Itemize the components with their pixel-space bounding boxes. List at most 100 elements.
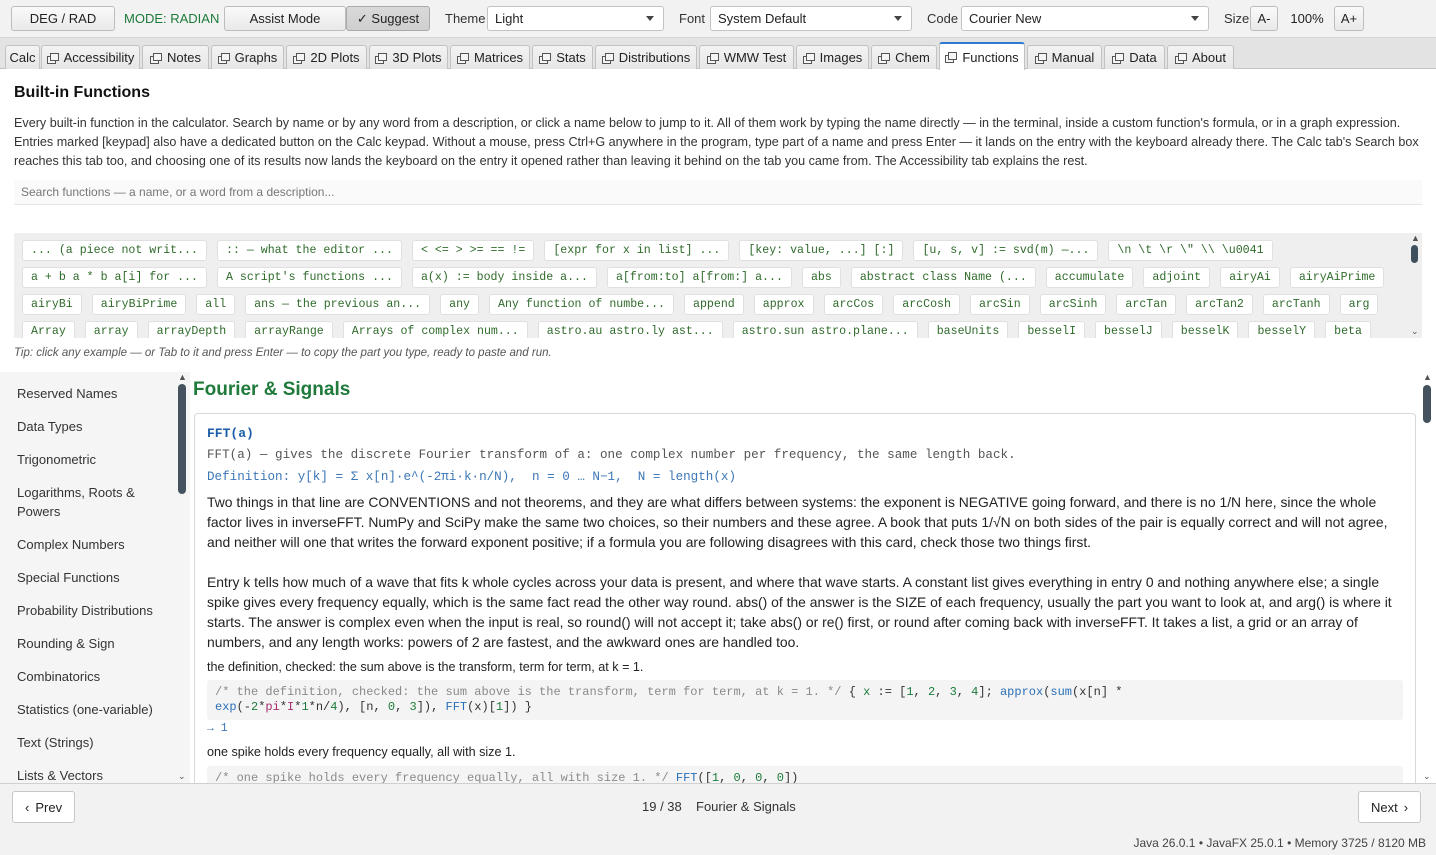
scroll-down-icon[interactable]: ⌄	[1423, 772, 1431, 781]
function-chip[interactable]: airyBiPrime	[91, 294, 187, 315]
theme-select[interactable]: Light	[487, 6, 664, 31]
code-font-select[interactable]: Courier New	[961, 6, 1209, 31]
scroll-down-icon[interactable]: ⌄	[1411, 327, 1419, 336]
deg-rad-button[interactable]: DEG / RAD	[11, 6, 115, 31]
function-chip[interactable]: \n \t \r \" \\ \u0041	[1108, 240, 1273, 261]
function-chip[interactable]: arcCos	[823, 294, 884, 315]
function-chip[interactable]: astro.au astro.ly ast...	[537, 321, 723, 338]
function-chip[interactable]: arcTanh	[1262, 294, 1330, 315]
tab-images[interactable]: Images	[796, 45, 869, 69]
function-chip[interactable]: [u, s, v] := svd(m) —...	[913, 240, 1099, 261]
function-chip[interactable]: beta	[1325, 321, 1371, 338]
sidebar-item-complex-numbers[interactable]: Complex Numbers	[17, 535, 172, 554]
function-chip[interactable]: arg	[1339, 294, 1379, 315]
function-chip[interactable]: abs	[801, 267, 841, 288]
function-chip[interactable]: accumulate	[1045, 267, 1134, 288]
sidebar-item-reserved-names[interactable]: Reserved Names	[17, 384, 172, 403]
tab-2d-plots[interactable]: 2D Plots	[286, 45, 367, 69]
sidebar-item-combinatorics[interactable]: Combinatorics	[17, 667, 172, 686]
function-chip[interactable]: all	[196, 294, 236, 315]
function-chip[interactable]: besselJ	[1095, 321, 1162, 338]
scroll-up-icon[interactable]: ▲	[1423, 373, 1432, 382]
function-chip[interactable]: arcSinh	[1039, 294, 1107, 315]
function-chip[interactable]: besselK	[1171, 321, 1239, 338]
example-code[interactable]: /* one spike holds every frequency equal…	[207, 766, 1403, 783]
detail-scroll-thumb[interactable]	[1423, 385, 1431, 423]
sidebar-scroll-thumb[interactable]	[178, 384, 186, 494]
function-chip[interactable]: arrayRange	[245, 321, 333, 338]
function-chip[interactable]: a + b a * b a[i] for ...	[22, 267, 207, 288]
index-scroll-thumb[interactable]	[1411, 245, 1418, 263]
suggest-toggle[interactable]: ✓ Suggest	[346, 6, 430, 31]
sidebar-item-rounding[interactable]: Rounding & Sign	[17, 634, 172, 653]
function-chip[interactable]: A script's functions ...	[216, 267, 402, 288]
tab-graphs[interactable]: Graphs	[211, 45, 284, 69]
function-chip[interactable]: < <= > >= == !=	[411, 240, 535, 261]
function-chip[interactable]: a(x) := body inside a...	[411, 267, 597, 288]
font-select[interactable]: System Default	[710, 6, 912, 31]
tab-label: Manual	[1051, 50, 1095, 65]
sidebar-item-lists[interactable]: Lists & Vectors	[17, 766, 172, 783]
function-chip[interactable]: arcTan2	[1186, 294, 1253, 315]
index-scrollbar[interactable]: ▲ ⌄	[1408, 233, 1422, 338]
sidebar-item-special-functions[interactable]: Special Functions	[17, 568, 172, 587]
sidebar-item-trigonometric[interactable]: Trigonometric	[17, 450, 172, 469]
function-chip[interactable]: astro.sun astro.plane...	[732, 321, 918, 338]
tab-data[interactable]: Data	[1104, 45, 1165, 69]
sidebar-item-data-types[interactable]: Data Types	[17, 417, 172, 436]
tab-stats[interactable]: Stats	[532, 45, 593, 69]
function-chip[interactable]: arcCosh	[893, 294, 960, 315]
function-chip[interactable]: besselI	[1018, 321, 1086, 338]
function-chip[interactable]: Any function of numbe...	[489, 294, 674, 315]
sidebar-item-probability[interactable]: Probability Distributions	[17, 601, 172, 620]
assist-mode-button[interactable]: Assist Mode	[224, 6, 346, 31]
sidebar-scrollbar[interactable]: ▲ ⌄	[176, 372, 188, 783]
function-chip[interactable]: ... (a piece not writ...	[22, 240, 207, 261]
function-chip[interactable]: arcSin	[969, 294, 1030, 315]
tab-3d-plots[interactable]: 3D Plots	[369, 45, 448, 69]
function-chip[interactable]: abstract class Name (...	[850, 267, 1036, 288]
function-chip[interactable]: airyAi	[1220, 267, 1280, 288]
function-chip[interactable]: [expr for x in list] ...	[544, 240, 730, 261]
function-chip[interactable]: a[from:to] a[from:] a...	[606, 267, 792, 288]
tab-accessibility[interactable]: Accessibility	[41, 45, 140, 69]
sidebar-item-statistics[interactable]: Statistics (one-variable)	[17, 700, 172, 719]
size-decrease-button[interactable]: A-	[1250, 6, 1278, 31]
next-button[interactable]: Next ›	[1358, 791, 1422, 823]
function-chip[interactable]: approx	[753, 294, 814, 315]
scroll-up-icon[interactable]: ▲	[178, 373, 187, 382]
function-chip[interactable]: any	[440, 294, 480, 315]
tab-calc[interactable]: Calc	[5, 45, 40, 69]
tab-matrices[interactable]: Matrices	[450, 45, 530, 69]
function-chip[interactable]: ans — the previous an...	[245, 294, 431, 315]
tab-functions[interactable]: Functions	[939, 42, 1025, 70]
function-chip[interactable]: adjoint	[1143, 267, 1211, 288]
sidebar-item-logarithms[interactable]: Logarithms, Roots & Powers	[17, 483, 172, 521]
function-search-input[interactable]	[14, 180, 1422, 205]
example-code[interactable]: /* the definition, checked: the sum abov…	[207, 680, 1403, 720]
size-increase-button[interactable]: A+	[1334, 6, 1364, 31]
function-chip[interactable]: airyAiPrime	[1289, 267, 1385, 288]
tab-distributions[interactable]: Distributions	[595, 45, 697, 69]
tab-notes[interactable]: Notes	[142, 45, 209, 69]
function-chip[interactable]: Array	[22, 321, 75, 338]
function-chip[interactable]: arrayDepth	[147, 321, 236, 338]
tab-manual[interactable]: Manual	[1027, 45, 1102, 69]
detail-scrollbar[interactable]: ▲ ⌄	[1420, 372, 1434, 783]
function-chip[interactable]: airyBi	[22, 294, 82, 315]
sidebar-item-text[interactable]: Text (Strings)	[17, 733, 172, 752]
scroll-down-icon[interactable]: ⌄	[178, 772, 186, 781]
function-chip[interactable]: array	[84, 321, 138, 338]
function-chip[interactable]: arcTan	[1116, 294, 1177, 315]
prev-button[interactable]: ‹ Prev	[12, 791, 76, 823]
function-chip[interactable]: besselY	[1248, 321, 1316, 338]
function-chip[interactable]: append	[684, 294, 744, 315]
function-chip[interactable]: baseUnits	[927, 321, 1009, 338]
scroll-up-icon[interactable]: ▲	[1411, 234, 1420, 243]
tab-chem[interactable]: Chem	[871, 45, 937, 69]
tab-wmw-test[interactable]: WMW Test	[699, 45, 794, 69]
function-chip[interactable]: [key: value, ...] [:]	[739, 240, 904, 261]
tab-about[interactable]: About	[1167, 45, 1234, 69]
function-chip[interactable]: :: — what the editor ...	[216, 240, 402, 261]
function-chip[interactable]: Arrays of complex num...	[342, 321, 528, 338]
